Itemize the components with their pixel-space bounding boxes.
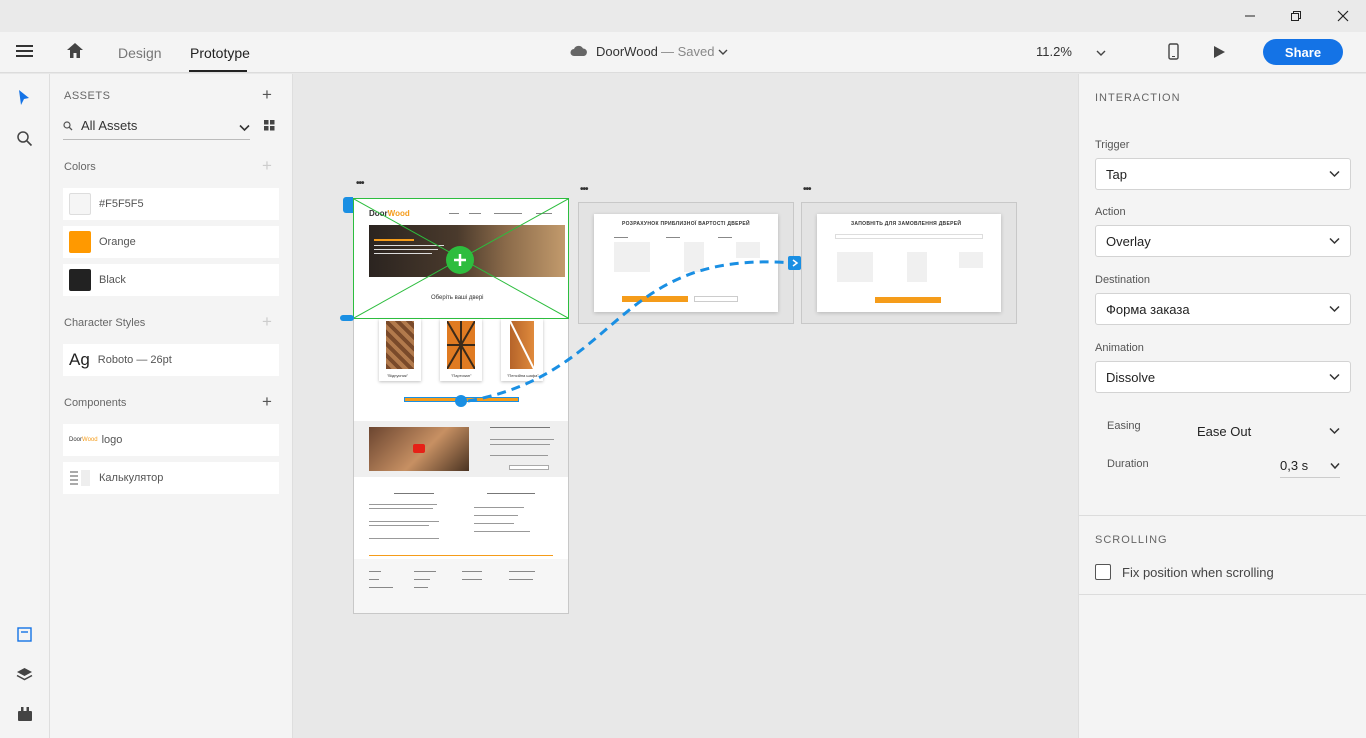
animation-dropdown[interactable]: Dissolve bbox=[1095, 361, 1351, 393]
document-title[interactable]: DoorWood bbox=[596, 44, 658, 59]
tab-design[interactable]: Design bbox=[118, 45, 162, 61]
chevron-down-icon bbox=[1330, 462, 1340, 469]
left-toolbar bbox=[0, 74, 50, 738]
restore-icon[interactable] bbox=[1273, 0, 1319, 32]
assets-filter[interactable]: All Assets bbox=[63, 110, 250, 140]
section-divider bbox=[1079, 515, 1366, 516]
character-style-roboto[interactable]: Ag Roboto — 26pt bbox=[63, 344, 279, 376]
easing-dropdown[interactable]: Ease Out bbox=[1197, 419, 1340, 443]
chevron-down-icon[interactable] bbox=[239, 121, 250, 135]
duration-label: Duration bbox=[1107, 458, 1149, 470]
easing-value: Ease Out bbox=[1197, 423, 1252, 439]
assets-panel-icon[interactable] bbox=[17, 627, 33, 646]
logo-thumbnail: DoorWood bbox=[69, 437, 98, 443]
color-swatch bbox=[69, 193, 91, 215]
section-divider bbox=[1079, 594, 1366, 595]
hamburger-menu-icon[interactable] bbox=[16, 44, 34, 62]
component-logo[interactable]: DoorWood logo bbox=[63, 424, 279, 456]
animation-value: Dissolve bbox=[1106, 369, 1156, 385]
select-tool-icon[interactable] bbox=[17, 89, 31, 110]
grid-view-icon[interactable] bbox=[264, 120, 275, 134]
fix-position-checkbox[interactable] bbox=[1095, 564, 1111, 580]
trigger-label: Trigger bbox=[1095, 139, 1130, 151]
add-character-style-icon[interactable]: + bbox=[262, 312, 272, 332]
color-label: Black bbox=[99, 274, 126, 286]
home-icon[interactable] bbox=[66, 42, 84, 62]
tab-prototype[interactable]: Prototype bbox=[190, 45, 250, 61]
component-calculator[interactable]: Калькулятор bbox=[63, 462, 279, 494]
easing-label: Easing bbox=[1107, 420, 1141, 432]
wire-target-arrow-icon[interactable] bbox=[788, 256, 801, 270]
animation-label: Animation bbox=[1095, 342, 1144, 354]
add-color-icon[interactable]: + bbox=[262, 156, 272, 176]
layers-panel-icon[interactable] bbox=[16, 666, 33, 686]
chevron-down-icon bbox=[1329, 373, 1340, 381]
color-asset-orange[interactable]: Orange bbox=[63, 226, 279, 258]
assets-panel: ASSETS + All Assets Colors + #F5F5F5 Ora… bbox=[50, 74, 293, 738]
search-icon bbox=[63, 120, 73, 134]
action-label: Action bbox=[1095, 206, 1126, 218]
zoom-level[interactable]: 11.2% bbox=[1036, 44, 1072, 59]
destination-label: Destination bbox=[1095, 274, 1151, 286]
app-header: Design Prototype DoorWood — Saved 11.2% bbox=[0, 32, 1366, 73]
close-icon[interactable] bbox=[1320, 0, 1366, 32]
action-value: Overlay bbox=[1106, 233, 1151, 249]
add-component-icon[interactable]: + bbox=[262, 392, 272, 412]
assets-filter-value: All Assets bbox=[81, 118, 138, 133]
trigger-value: Tap bbox=[1106, 166, 1127, 182]
property-inspector: INTERACTION Trigger Tap Action Overlay D… bbox=[1078, 74, 1366, 738]
duration-stepper[interactable]: 0,3 s bbox=[1280, 454, 1340, 478]
character-styles-title: Character Styles bbox=[64, 317, 146, 329]
play-preview-icon[interactable] bbox=[1213, 45, 1226, 62]
scrolling-title: SCROLLING bbox=[1095, 534, 1168, 546]
char-style-label: Roboto — 26pt bbox=[97, 354, 172, 366]
device-preview-icon[interactable] bbox=[1168, 43, 1179, 63]
interaction-title: INTERACTION bbox=[1095, 92, 1181, 104]
color-asset-f5f5f5[interactable]: #F5F5F5 bbox=[63, 188, 279, 220]
active-tab-indicator bbox=[189, 70, 247, 72]
add-asset-icon[interactable]: + bbox=[262, 85, 272, 105]
chevron-down-icon bbox=[1329, 237, 1340, 245]
color-asset-black[interactable]: Black bbox=[63, 264, 279, 296]
chevron-down-icon bbox=[1329, 305, 1340, 313]
design-canvas[interactable]: ••• DoorWood Оберіть ваші двері "Відпусн… bbox=[293, 74, 1078, 738]
cloud-icon bbox=[570, 45, 588, 60]
color-label: #F5F5F5 bbox=[99, 198, 144, 210]
color-swatch bbox=[69, 231, 91, 253]
chevron-down-icon bbox=[1329, 427, 1340, 435]
window-titlebar bbox=[0, 0, 1366, 32]
plugins-panel-icon[interactable] bbox=[17, 706, 33, 725]
components-title: Components bbox=[64, 397, 127, 409]
interaction-wire bbox=[455, 260, 794, 407]
component-label: logo bbox=[101, 434, 123, 446]
destination-value: Форма заказа bbox=[1106, 301, 1190, 317]
minimize-icon[interactable] bbox=[1227, 0, 1273, 32]
trigger-dropdown[interactable]: Tap bbox=[1095, 158, 1351, 190]
share-button[interactable]: Share bbox=[1263, 39, 1343, 65]
calculator-thumbnail bbox=[69, 469, 91, 487]
colors-section-title: Colors bbox=[64, 161, 96, 173]
action-dropdown[interactable]: Overlay bbox=[1095, 225, 1351, 257]
duration-value: 0,3 s bbox=[1280, 458, 1309, 473]
destination-dropdown[interactable]: Форма заказа bbox=[1095, 293, 1351, 325]
zoom-chevron-icon[interactable] bbox=[1096, 46, 1106, 60]
color-label: Orange bbox=[99, 236, 136, 248]
component-label: Калькулятор bbox=[99, 472, 164, 484]
assets-title: ASSETS bbox=[64, 90, 111, 102]
document-status: — Saved bbox=[661, 44, 715, 59]
zoom-tool-icon[interactable] bbox=[16, 130, 33, 150]
chevron-down-icon bbox=[1329, 170, 1340, 178]
fix-position-label: Fix position when scrolling bbox=[1122, 565, 1274, 580]
chevron-down-icon[interactable] bbox=[718, 45, 728, 59]
color-swatch bbox=[69, 269, 91, 291]
char-style-sample: Ag bbox=[69, 350, 90, 369]
